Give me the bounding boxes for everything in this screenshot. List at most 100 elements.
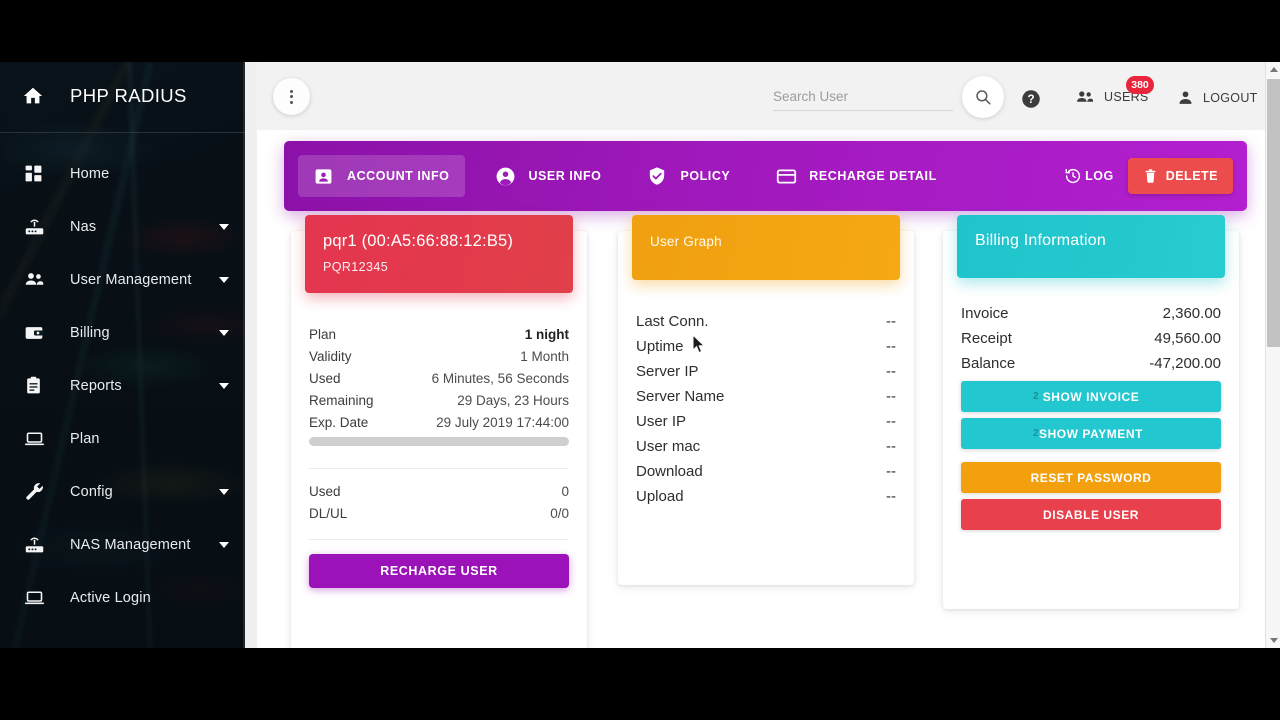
tab-policy[interactable]: POLICY bbox=[631, 155, 746, 197]
sidebar-item-config[interactable]: Config bbox=[0, 465, 245, 518]
chevron-down-icon[interactable] bbox=[219, 382, 229, 389]
detail-value: 29 Days, 23 Hours bbox=[457, 392, 569, 408]
log-button[interactable]: LOG bbox=[1064, 167, 1114, 185]
chevron-down-icon[interactable] bbox=[219, 223, 229, 230]
vertical-scrollbar[interactable] bbox=[1265, 62, 1280, 648]
log-label: LOG bbox=[1085, 169, 1114, 183]
chevron-down-icon[interactable] bbox=[219, 541, 229, 548]
trash-icon bbox=[1145, 169, 1156, 183]
graph-value: -- bbox=[886, 413, 896, 430]
logout-button[interactable]: LOGOUT bbox=[1177, 89, 1258, 106]
sidebar-item-label: Active Login bbox=[70, 589, 151, 606]
chevron-up-icon bbox=[1269, 67, 1278, 72]
show-payment-badge: 2 bbox=[1033, 428, 1040, 439]
account-card-banner: pqr1 (00:A5:66:88:12:B5) PQR12345 bbox=[305, 215, 573, 293]
clipboard-icon bbox=[24, 375, 50, 397]
graph-key: User mac bbox=[636, 438, 701, 455]
account-usage-list: Used 0 DL/UL 0/0 bbox=[309, 480, 569, 524]
usage-progress-bar bbox=[309, 437, 569, 446]
users-count-badge: 380 bbox=[1126, 76, 1154, 94]
tab-user-info[interactable]: USER INFO bbox=[479, 155, 617, 197]
recharge-user-button[interactable]: RECHARGE USER bbox=[309, 554, 569, 588]
billing-key: Invoice bbox=[961, 305, 1009, 322]
account-detail-list: Plan 1 night Validity 1 Month Used 6 Min… bbox=[309, 323, 569, 433]
graph-row: Download -- bbox=[636, 459, 896, 484]
search-icon bbox=[976, 90, 991, 105]
graph-value: -- bbox=[886, 363, 896, 380]
graph-key: Uptime bbox=[636, 338, 684, 355]
help-button[interactable]: ? bbox=[1021, 89, 1041, 109]
sidebar-item-nas[interactable]: Nas bbox=[0, 200, 245, 253]
graph-value: -- bbox=[886, 438, 896, 455]
account-circle-icon bbox=[495, 166, 517, 187]
tab-recharge-detail[interactable]: RECHARGE DETAIL bbox=[760, 155, 952, 197]
billing-title: Billing Information bbox=[975, 232, 1106, 249]
graph-value: -- bbox=[886, 388, 896, 405]
detail-value: 6 Minutes, 56 Seconds bbox=[431, 370, 569, 386]
card-divider bbox=[309, 468, 569, 469]
sidebar-item-home[interactable]: Home bbox=[0, 147, 245, 200]
menu-toggle-button[interactable] bbox=[273, 78, 310, 115]
detail-key: Plan bbox=[309, 326, 337, 342]
graph-key: User IP bbox=[636, 413, 687, 430]
scroll-up-button[interactable] bbox=[1266, 62, 1280, 77]
sidebar-item-billing[interactable]: Billing bbox=[0, 306, 245, 359]
app-viewport: PHP RADIUS Home Nas User Management Bill… bbox=[0, 62, 1280, 648]
chevron-down-icon[interactable] bbox=[219, 276, 229, 283]
chevron-down-icon[interactable] bbox=[219, 329, 229, 336]
router-icon bbox=[24, 534, 50, 556]
disable-user-button[interactable]: DISABLE USER bbox=[961, 499, 1221, 530]
tab-label: USER INFO bbox=[528, 169, 602, 183]
more-vertical-icon bbox=[290, 89, 293, 104]
sidebar-item-reports[interactable]: Reports bbox=[0, 359, 245, 412]
show-invoice-badge: 2 bbox=[1033, 391, 1040, 402]
detail-row: Remaining 29 Days, 23 Hours bbox=[309, 389, 569, 411]
sidebar-item-nas-management[interactable]: NAS Management bbox=[0, 518, 245, 571]
account-title: pqr1 (00:A5:66:88:12:B5) bbox=[323, 232, 514, 250]
svg-text:?: ? bbox=[1027, 93, 1034, 106]
graph-row: Last Conn. -- bbox=[636, 309, 896, 334]
chevron-down-icon[interactable] bbox=[219, 488, 229, 495]
sidebar-item-plan[interactable]: Plan bbox=[0, 412, 245, 465]
usage-row: DL/UL 0/0 bbox=[309, 502, 569, 524]
show-payment-label: SHOW PAYMENT bbox=[1039, 426, 1143, 441]
delete-label: DELETE bbox=[1165, 169, 1218, 183]
graph-key: Server Name bbox=[636, 388, 725, 405]
graph-key: Last Conn. bbox=[636, 313, 709, 330]
brand-title: PHP RADIUS bbox=[70, 85, 187, 106]
show-payment-button[interactable]: 2 SHOW PAYMENT bbox=[961, 418, 1221, 449]
sidebar-item-label: Billing bbox=[70, 324, 110, 341]
show-invoice-button[interactable]: 2 SHOW INVOICE bbox=[961, 381, 1221, 412]
home-icon bbox=[22, 85, 50, 107]
sidebar-item-label: User Management bbox=[70, 271, 192, 288]
tab-label: ACCOUNT INFO bbox=[347, 169, 450, 183]
reset-password-button[interactable]: RESET PASSWORD bbox=[961, 462, 1221, 493]
tab-label: POLICY bbox=[680, 169, 731, 183]
scroll-down-button[interactable] bbox=[1266, 633, 1280, 648]
tab-account-info[interactable]: ACCOUNT INFO bbox=[298, 155, 466, 197]
user-graph-banner[interactable]: User Graph bbox=[632, 215, 900, 280]
sidebar-item-label: Home bbox=[70, 165, 110, 182]
sidebar-item-label: Reports bbox=[70, 377, 122, 394]
search-button[interactable] bbox=[962, 76, 1004, 118]
delete-button[interactable]: DELETE bbox=[1127, 158, 1233, 194]
brand-logo[interactable]: PHP RADIUS bbox=[0, 62, 245, 130]
dashboard-icon bbox=[24, 163, 50, 185]
laptop-icon bbox=[24, 428, 50, 450]
scrollbar-thumb[interactable] bbox=[1267, 79, 1280, 347]
graph-value: -- bbox=[886, 488, 896, 505]
sidebar: PHP RADIUS Home Nas User Management Bill… bbox=[0, 62, 245, 648]
usage-value: 0 bbox=[561, 483, 569, 499]
detail-value: 1 night bbox=[524, 326, 569, 342]
search-input[interactable] bbox=[773, 86, 953, 111]
graph-value: -- bbox=[886, 463, 896, 480]
sidebar-item-active-login[interactable]: Active Login bbox=[0, 571, 245, 624]
sidebar-item-user-management[interactable]: User Management bbox=[0, 253, 245, 306]
account-info-card: pqr1 (00:A5:66:88:12:B5) PQR12345 Plan 1… bbox=[291, 215, 587, 648]
billing-key: Receipt bbox=[961, 330, 1012, 347]
search-field-wrap bbox=[773, 86, 953, 111]
graph-row: Upload -- bbox=[636, 484, 896, 509]
graph-key: Download bbox=[636, 463, 703, 480]
detail-row: Used 6 Minutes, 56 Seconds bbox=[309, 367, 569, 389]
graph-value: -- bbox=[886, 338, 896, 355]
